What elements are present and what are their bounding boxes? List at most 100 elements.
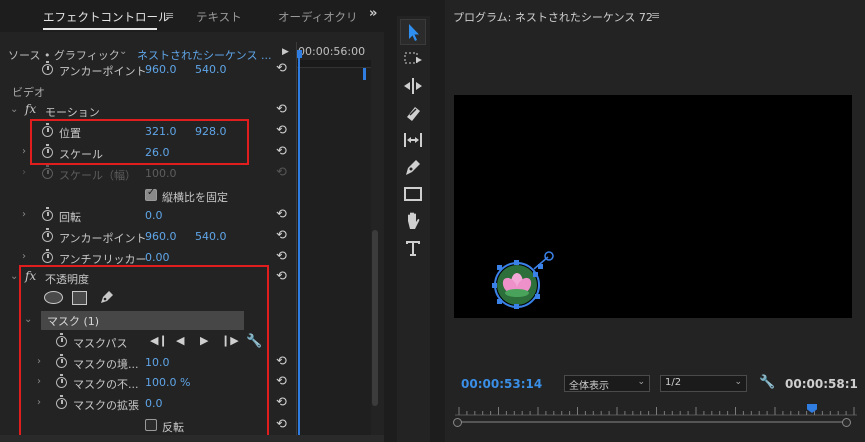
razor-tool-icon[interactable] bbox=[401, 101, 425, 125]
inverted-checkbox[interactable] bbox=[145, 419, 157, 431]
playback-resolution-select[interactable]: 1/2 ⌄ bbox=[660, 375, 747, 392]
program-monitor-time-ruler[interactable] bbox=[455, 404, 857, 416]
position-y-value[interactable]: 928.0 bbox=[195, 125, 227, 138]
rectangle-tool-icon[interactable] bbox=[401, 182, 425, 206]
stopwatch-icon[interactable] bbox=[42, 228, 53, 242]
anchor-x-value[interactable]: 960.0 bbox=[145, 63, 177, 76]
reset-icon[interactable]: ⟲ bbox=[276, 418, 289, 431]
mask-feather-value[interactable]: 10.0 bbox=[145, 356, 170, 369]
twirl-open-icon[interactable]: ⌄ bbox=[24, 314, 32, 325]
stopwatch-icon[interactable] bbox=[42, 123, 53, 137]
selection-tool-icon[interactable] bbox=[401, 20, 425, 44]
twirl-closed-icon[interactable]: › bbox=[22, 209, 26, 220]
anchor-x-value[interactable]: 960.0 bbox=[145, 230, 177, 243]
reset-icon[interactable]: ⟲ bbox=[276, 124, 289, 137]
program-monitor-video-frame[interactable] bbox=[454, 95, 852, 318]
property-label: スケール bbox=[59, 148, 103, 161]
mask-header-bar[interactable]: マスク (1) bbox=[41, 311, 244, 330]
stopwatch-icon[interactable] bbox=[56, 354, 67, 368]
play-triangle-icon[interactable]: ▶ bbox=[282, 47, 289, 57]
step-backward-icon[interactable]: ◀ bbox=[176, 334, 184, 347]
scrollbar-right-handle[interactable] bbox=[842, 418, 851, 427]
mask-row[interactable]: ⌄ マスク (1) bbox=[0, 311, 296, 332]
stopwatch-icon[interactable] bbox=[42, 249, 53, 263]
effect-row-motion[interactable]: ⌄ fx モーション ⟲ bbox=[0, 101, 296, 122]
reset-icon[interactable]: ⟲ bbox=[276, 355, 289, 368]
slip-tool-icon[interactable] bbox=[401, 128, 425, 152]
rotation-value[interactable]: 0.0 bbox=[145, 209, 163, 222]
twirl-closed-icon[interactable]: › bbox=[22, 251, 26, 262]
ellipse-mask-icon[interactable] bbox=[44, 291, 63, 304]
step-forward-icon[interactable]: ▶ bbox=[200, 334, 208, 347]
effect-timeline-ruler[interactable] bbox=[297, 60, 371, 68]
more-tabs-icon[interactable]: » bbox=[369, 6, 377, 21]
panel-menu-icon[interactable]: ≡ bbox=[165, 9, 174, 22]
twirl-open-icon[interactable]: ⌄ bbox=[10, 271, 18, 282]
scale-value[interactable]: 26.0 bbox=[145, 146, 170, 159]
uniform-scale-checkbox[interactable] bbox=[145, 187, 157, 201]
anchor-y-value[interactable]: 540.0 bbox=[195, 230, 227, 243]
tab-effect-controls[interactable]: エフェクトコントロール bbox=[43, 9, 170, 25]
settings-wrench-icon[interactable]: 🔧 bbox=[759, 375, 775, 390]
twirl-open-icon[interactable]: ⌄ bbox=[10, 104, 18, 115]
rectangle-mask-icon[interactable] bbox=[72, 291, 87, 305]
twirl-closed-icon[interactable]: › bbox=[37, 356, 41, 367]
reset-icon[interactable]: ⟲ bbox=[276, 208, 289, 221]
ripple-edit-tool-icon[interactable] bbox=[401, 74, 425, 98]
effect-timeline-area[interactable] bbox=[297, 60, 371, 442]
track-select-tool-icon[interactable] bbox=[401, 47, 425, 71]
anchor-y-value[interactable]: 540.0 bbox=[195, 63, 227, 76]
twirl-closed-icon[interactable]: › bbox=[22, 146, 26, 157]
type-tool-icon[interactable] bbox=[401, 236, 425, 260]
effect-row-opacity[interactable]: ⌄ fx 不透明度 ⟲ bbox=[0, 268, 296, 289]
scrollbar-thumb[interactable] bbox=[372, 230, 378, 406]
stopwatch-icon[interactable] bbox=[42, 144, 53, 158]
mask-shape-tools-row bbox=[0, 288, 296, 309]
reset-icon[interactable]: ⟲ bbox=[276, 250, 289, 263]
reset-icon[interactable]: ⟲ bbox=[276, 103, 289, 116]
program-monitor-scrollbar[interactable] bbox=[458, 421, 848, 423]
stopwatch-icon[interactable] bbox=[42, 207, 53, 221]
reset-icon[interactable]: ⟲ bbox=[276, 270, 289, 283]
chevron-down-icon[interactable]: ⌄ bbox=[119, 46, 127, 57]
tab-audio-clip-mixer[interactable]: オーディオクリ bbox=[278, 9, 357, 25]
program-monitor-title[interactable]: プログラム: ネストされたシーケンス 72 bbox=[453, 9, 653, 25]
reset-icon[interactable]: ⟲ bbox=[276, 396, 289, 409]
section-video-header: ビデオ bbox=[0, 81, 296, 102]
tab-text[interactable]: テキスト bbox=[196, 9, 242, 25]
lotus-graphic-with-mask-handles[interactable] bbox=[454, 95, 852, 318]
track-backward-icon[interactable]: ◀❙ bbox=[150, 334, 168, 347]
track-forward-icon[interactable]: ❙▶ bbox=[221, 334, 239, 347]
panel-divider bbox=[296, 42, 297, 442]
stopwatch-icon[interactable] bbox=[56, 395, 67, 409]
fx-icon[interactable]: fx bbox=[25, 269, 36, 283]
property-label: マスクの不... bbox=[73, 378, 139, 391]
reset-icon[interactable]: ⟲ bbox=[276, 229, 289, 242]
playhead-timecode[interactable]: 00:00:53:14 bbox=[461, 377, 542, 391]
reset-icon[interactable]: ⟲ bbox=[276, 375, 289, 388]
mask-expansion-value[interactable]: 0.0 bbox=[145, 397, 163, 410]
reset-icon[interactable]: ⟲ bbox=[276, 62, 289, 75]
fx-icon[interactable]: fx bbox=[25, 102, 36, 116]
sequence-duration-timecode: 00:00:58:1 bbox=[785, 377, 858, 391]
reset-icon[interactable]: ⟲ bbox=[276, 145, 289, 158]
effect-timeline-playhead[interactable] bbox=[298, 50, 300, 442]
twirl-closed-icon[interactable]: › bbox=[37, 376, 41, 387]
position-x-value[interactable]: 321.0 bbox=[145, 125, 177, 138]
pen-tool-icon[interactable] bbox=[401, 155, 425, 179]
stopwatch-icon[interactable] bbox=[56, 374, 67, 388]
stopwatch-icon[interactable] bbox=[42, 61, 53, 75]
stopwatch-icon bbox=[42, 165, 53, 179]
pen-mask-icon[interactable] bbox=[98, 288, 116, 306]
anti-flicker-value[interactable]: 0.00 bbox=[145, 251, 170, 264]
effect-timeline-timecode: 00:00:56:00 bbox=[298, 45, 366, 58]
stopwatch-icon[interactable] bbox=[56, 333, 67, 347]
wrench-icon[interactable]: 🔧 bbox=[246, 334, 262, 349]
property-row-anchor-point: アンカーポイント 960.0 540.0 ⟲ bbox=[0, 227, 296, 248]
panel-menu-icon[interactable]: ≡ bbox=[651, 9, 660, 22]
zoom-level-select[interactable]: 全体表示 ⌄ bbox=[564, 375, 650, 392]
hand-tool-icon[interactable] bbox=[401, 209, 425, 233]
scrollbar-left-handle[interactable] bbox=[453, 418, 462, 427]
mask-opacity-value[interactable]: 100.0 % bbox=[145, 376, 190, 389]
twirl-closed-icon[interactable]: › bbox=[37, 397, 41, 408]
